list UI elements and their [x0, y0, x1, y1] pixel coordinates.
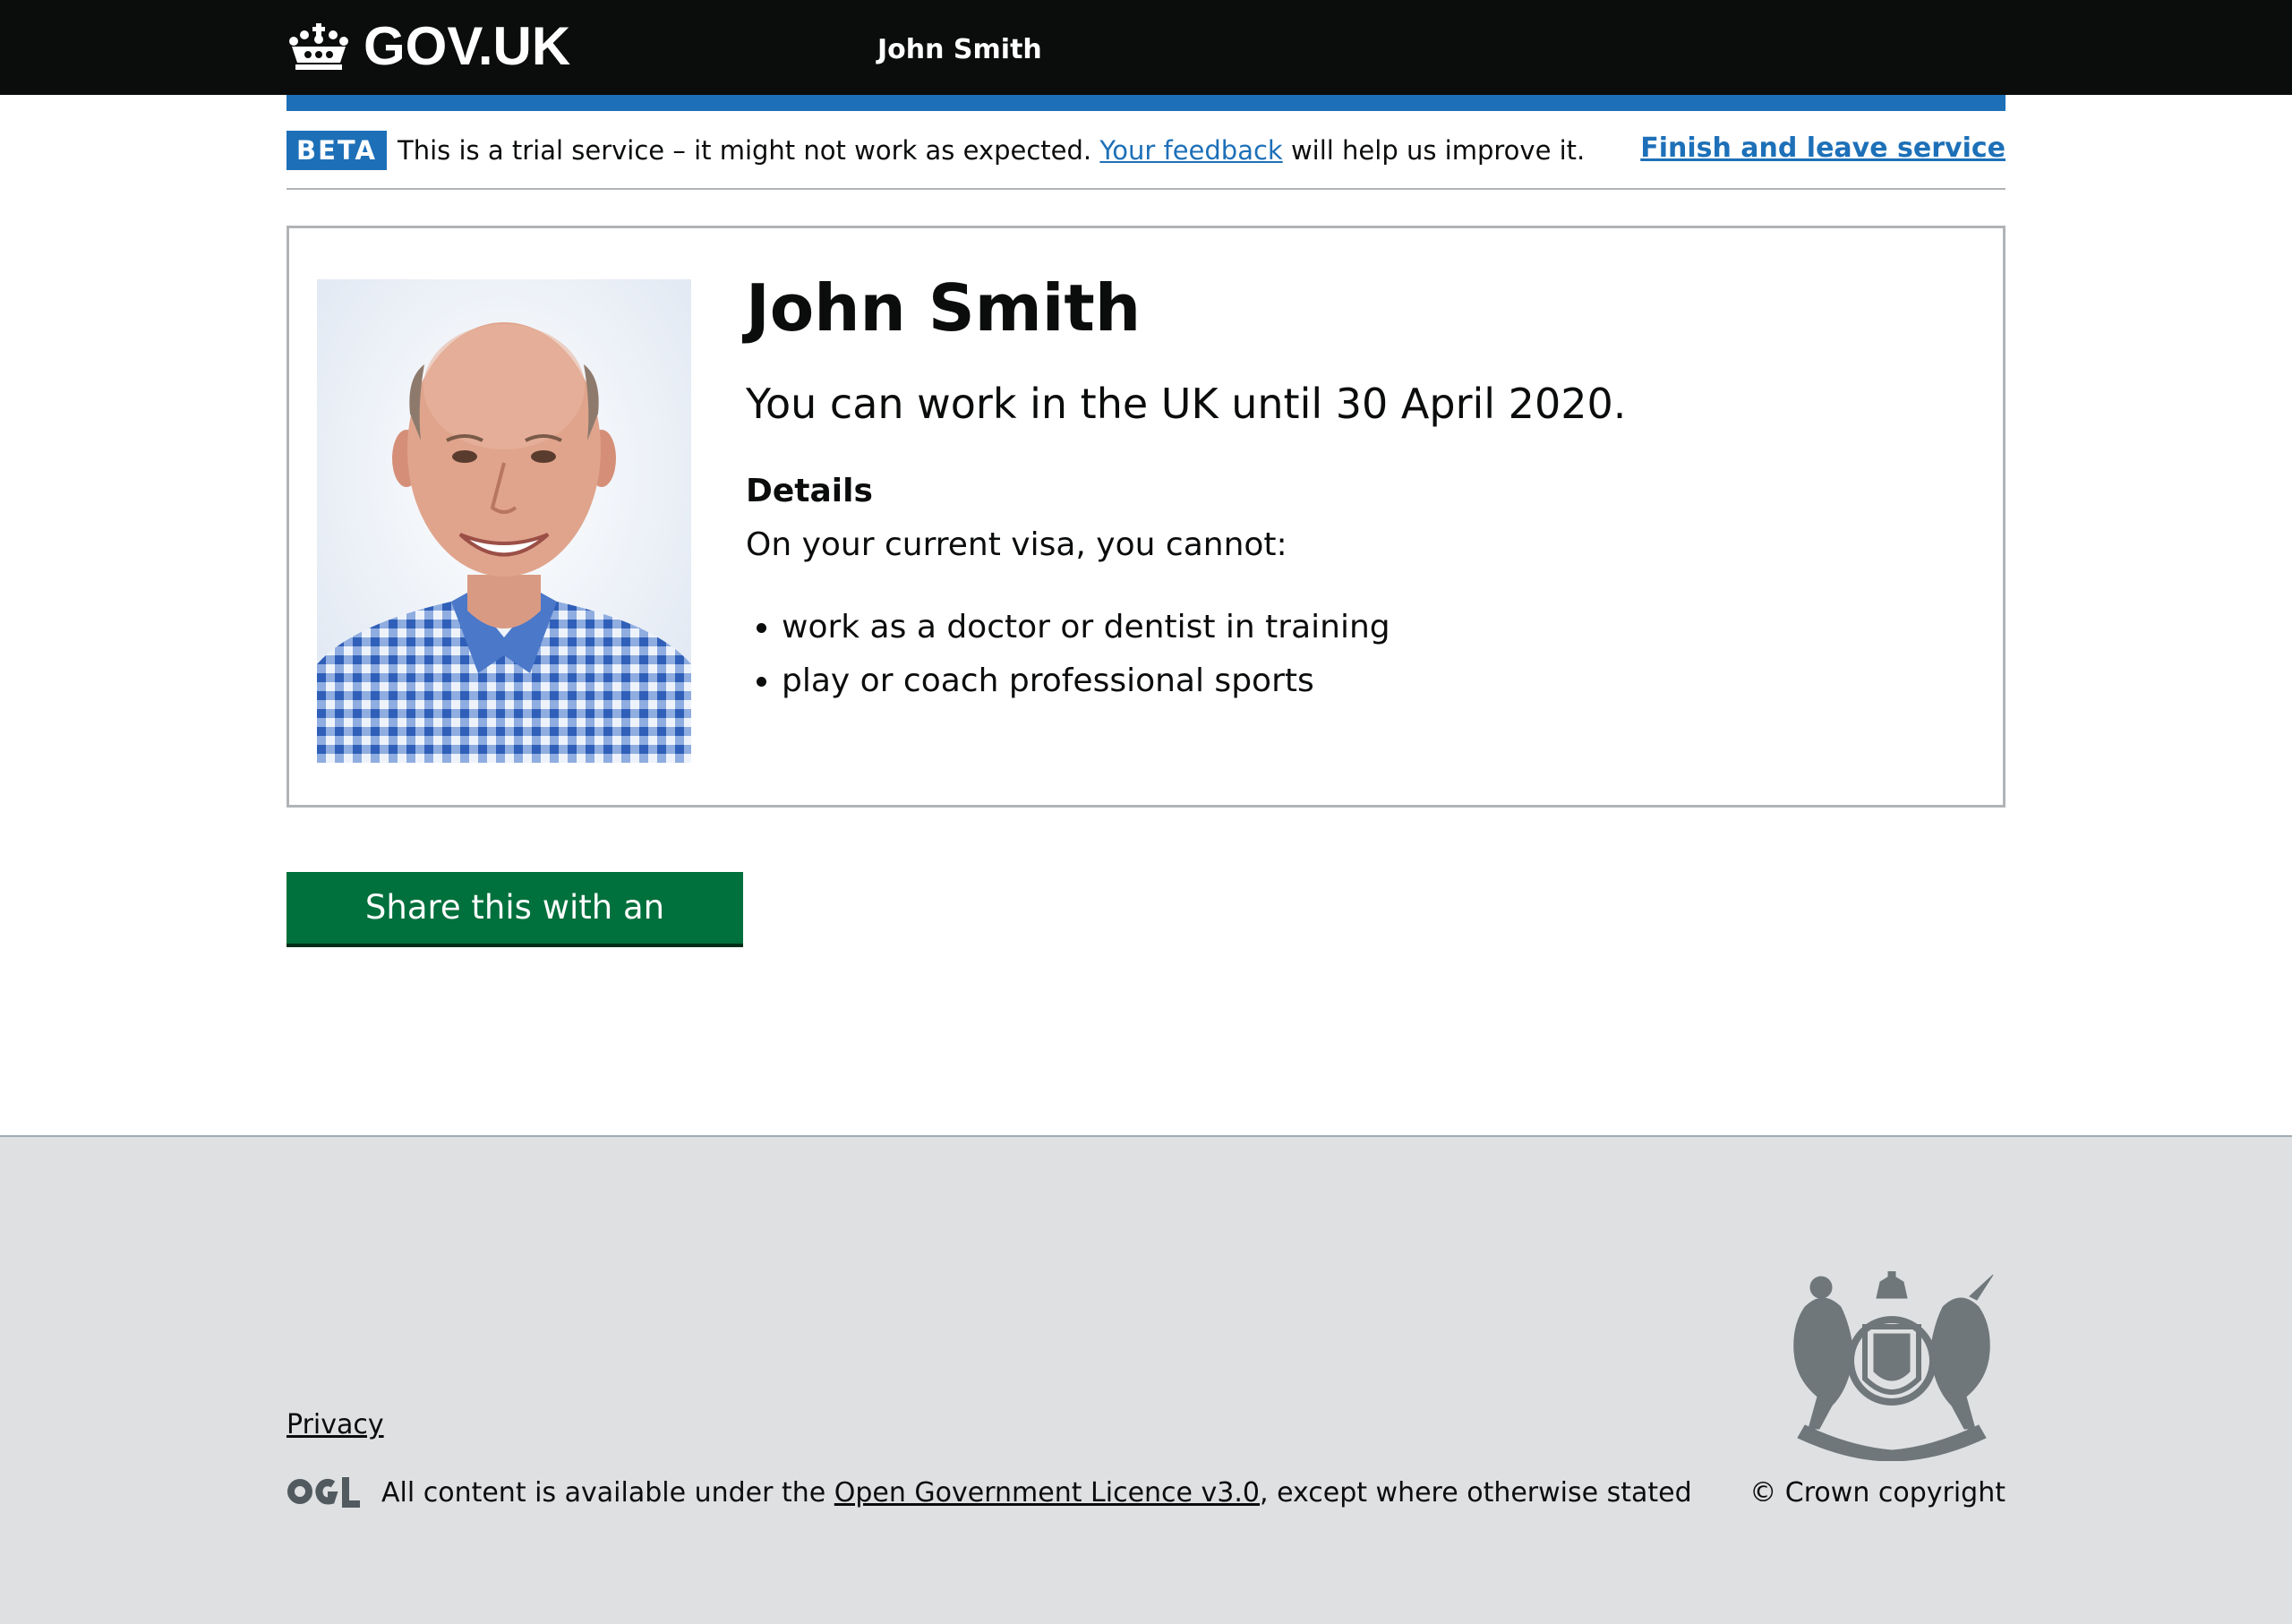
phase-banner-text: This is a trial service – it might not w… — [398, 132, 1585, 168]
licence-text-after: , except where otherwise stated — [1260, 1477, 1692, 1509]
share-with-employer-button[interactable]: Share this with an employer — [286, 872, 743, 998]
licence-text: All content is available under the Open … — [381, 1475, 1692, 1511]
site-footer: Privacy All content is available under t… — [0, 1135, 2292, 1624]
beta-tag: BETA — [286, 131, 387, 170]
phase-text-before: This is a trial service – it might not w… — [398, 135, 1092, 166]
finish-and-leave-link[interactable]: Finish and leave service — [1640, 131, 2006, 167]
ogl-licence-link[interactable]: Open Government Licence v3.0 — [834, 1477, 1260, 1509]
status-details: John Smith You can work in the UK until … — [746, 268, 1910, 708]
service-name[interactable]: John Smith — [877, 32, 1042, 68]
header-accent-bar — [286, 95, 2006, 111]
phase-text-after: will help us improve it. — [1290, 135, 1586, 166]
details-heading: Details — [746, 473, 873, 509]
profile-photo — [317, 279, 691, 763]
licence-text-before: All content is available under the — [381, 1477, 826, 1509]
person-name: John Smith — [746, 270, 1142, 346]
status-panel: John Smith You can work in the UK until … — [286, 226, 2006, 808]
site-header: GOV.UK John Smith — [0, 0, 2292, 95]
list-item: play or coach professional sports — [782, 654, 1910, 708]
govuk-logo-text: GOV.UK — [363, 16, 571, 76]
crown-icon — [289, 23, 348, 70]
crown-copyright[interactable]: © Crown copyright — [1749, 1475, 2006, 1511]
feedback-link[interactable]: Your feedback — [1099, 135, 1282, 166]
govuk-home-link[interactable]: GOV.UK — [286, 18, 570, 75]
list-item: work as a doctor or dentist in training — [782, 601, 1910, 654]
restrictions-intro: On your current visa, you cannot: — [746, 526, 1287, 563]
phase-banner: BETA This is a trial service – it might … — [286, 125, 2006, 190]
privacy-link[interactable]: Privacy — [286, 1407, 384, 1443]
ogl-logo-icon — [287, 1477, 360, 1508]
person-photo-icon — [317, 279, 691, 763]
work-status: You can work in the UK until 30 April 20… — [746, 380, 1627, 428]
restrictions-list: work as a doctor or dentist in training … — [746, 601, 1910, 708]
royal-coat-of-arms-icon — [1793, 1271, 1994, 1461]
